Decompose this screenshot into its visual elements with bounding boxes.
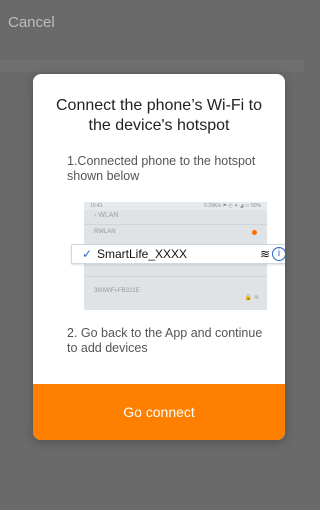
step-1-text: 1.Connected phone to the hotspot shown b… [67, 154, 256, 183]
wifi-row-label: 360WiFi-FB321E [94, 288, 140, 294]
cancel-button[interactable]: Cancel [8, 14, 55, 31]
check-icon: ✓ [82, 247, 93, 261]
status-bar: 10:41 0.29K/s ⚑ ◴ ✦ ◢ ▭ 50% [84, 202, 267, 210]
lock-icon: 🔒 ≋ [244, 295, 259, 301]
wifi-row-label: RWLAN [94, 229, 116, 235]
go-connect-button[interactable]: Go connect [33, 384, 285, 440]
wifi-row-bottom: 360WiFi-FB321E [94, 288, 140, 295]
info-icon: i [272, 247, 285, 261]
back-chevron-icon: ‹ [94, 212, 97, 219]
status-time: 10:41 [90, 203, 103, 209]
status-indicators: 0.29K/s ⚑ ◴ ✦ ◢ ▭ 50% [204, 203, 261, 209]
toggle-dot-icon [252, 230, 257, 235]
step-2-text: 2. Go back to the App and continue to ad… [67, 326, 263, 355]
backdrop [0, 60, 304, 72]
wifi-settings-illustration: 10:41 0.29K/s ⚑ ◴ ✦ ◢ ▭ 50% ‹ WLAN RWLAN… [71, 202, 285, 310]
selected-ssid: SmartLife_XXXX [97, 247, 188, 261]
selected-network-row: ✓ SmartLife_XXXX ≋ i [71, 244, 285, 264]
connect-hotspot-modal: Connect the phone’s Wi-Fi to the device'… [33, 74, 285, 440]
wlan-label: ‹ WLAN [94, 212, 119, 219]
modal-title: Connect the phone’s Wi-Fi to the device'… [55, 97, 263, 134]
wifi-row: RWLAN [84, 224, 267, 239]
wifi-icon: ≋ [259, 247, 270, 261]
